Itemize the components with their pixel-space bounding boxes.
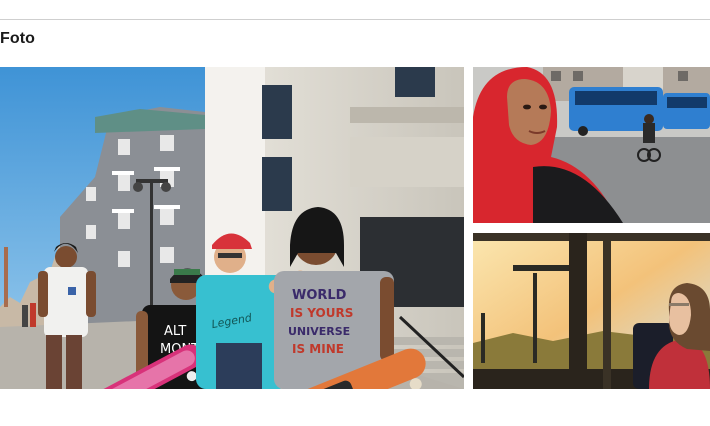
photo-train-window[interactable] (473, 233, 710, 389)
shirt-print-universe: UNIVERSE (288, 325, 350, 338)
shirt-print-world: WORLD (292, 288, 347, 303)
top-divider (0, 19, 710, 20)
shirt-print-is-yours: IS YOURS (290, 306, 353, 320)
photo-skaters[interactable]: ALT MONT Legend WORLD IS YOURS UNIVERSE … (0, 67, 464, 389)
photo-hijab-street[interactable] (473, 67, 710, 223)
section-title: Foto (0, 30, 36, 47)
train-photo-image (473, 233, 710, 389)
shirt-print-alt: ALT (164, 324, 186, 339)
hijab-photo-image (473, 67, 710, 223)
skaters-photo-image: ALT MONT Legend WORLD IS YOURS UNIVERSE … (0, 67, 464, 389)
shirt-print-is-mine: IS MINE (292, 342, 344, 356)
